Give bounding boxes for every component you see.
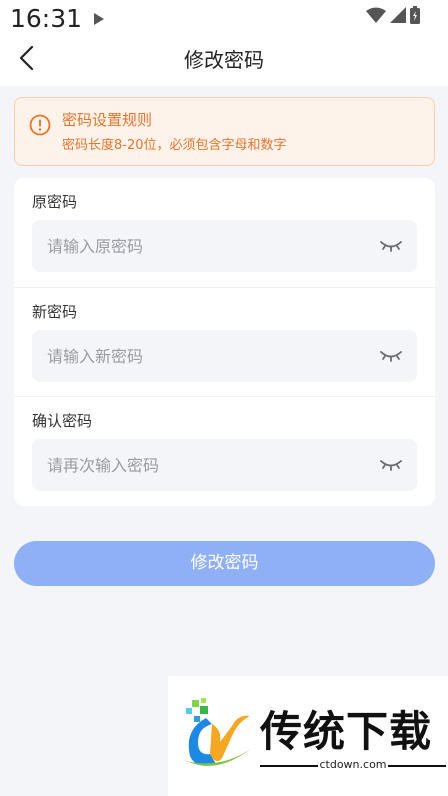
signal-icon <box>390 7 406 27</box>
new-password-group: 新密码 <box>14 287 435 396</box>
confirm-password-group: 确认密码 <box>14 396 435 505</box>
notice-description: 密码长度8-20位，必须包含字母和数字 <box>62 138 287 153</box>
watermark-divider-left <box>260 765 318 767</box>
status-bar: 16:31 <box>0 0 448 36</box>
watermark-divider-right <box>388 765 446 767</box>
new-password-input[interactable] <box>47 330 367 382</box>
notice-title: 密码设置规则 <box>62 111 153 129</box>
password-rule-notice: 密码设置规则 密码长度8-20位，必须包含字母和数字 <box>14 97 435 166</box>
eye-closed-icon[interactable] <box>379 455 403 475</box>
old-password-input[interactable] <box>47 220 367 272</box>
password-form: 原密码 新密码 确认密码 <box>14 178 435 506</box>
navigation-bar: 修改密码 <box>0 36 448 80</box>
new-password-label: 新密码 <box>32 303 78 321</box>
old-password-field-box <box>32 220 417 272</box>
play-icon <box>93 10 105 29</box>
wifi-icon <box>366 7 386 27</box>
eye-closed-icon[interactable] <box>379 346 403 366</box>
page-title: 修改密码 <box>184 48 264 72</box>
submit-button[interactable]: 修改密码 <box>14 541 435 586</box>
old-password-group: 原密码 <box>14 178 435 287</box>
alert-circle-icon <box>29 114 51 136</box>
confirm-password-input[interactable] <box>47 439 367 491</box>
confirm-password-label: 确认密码 <box>32 412 93 430</box>
status-icons <box>366 6 420 28</box>
watermark-url: ctdown.com <box>319 758 387 771</box>
new-password-field-box <box>32 330 417 382</box>
watermark-logo-icon <box>176 696 256 776</box>
battery-icon <box>410 6 420 28</box>
watermark-brand: 传统下载 <box>260 707 433 756</box>
status-time: 16:31 <box>10 4 83 33</box>
old-password-label: 原密码 <box>32 193 78 211</box>
eye-closed-icon[interactable] <box>379 236 403 256</box>
confirm-password-field-box <box>32 439 417 491</box>
watermark: 传统下载 ctdown.com <box>168 676 448 796</box>
